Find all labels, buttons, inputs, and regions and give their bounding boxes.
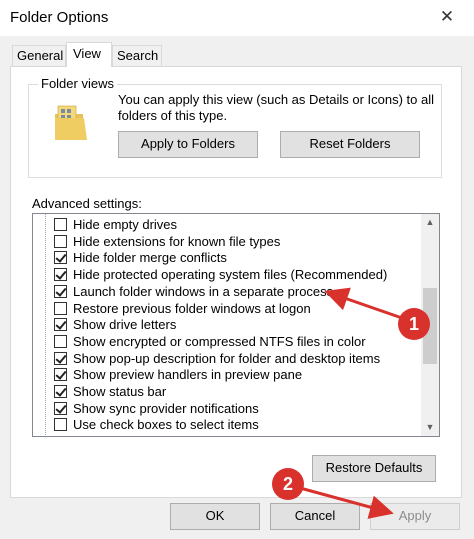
settings-item[interactable]: Hide folder merge conflicts — [33, 249, 421, 266]
settings-item-label: Use check boxes to select items — [73, 417, 259, 433]
settings-item[interactable]: Show pop-up description for folder and d… — [33, 350, 421, 367]
checkbox[interactable] — [54, 301, 67, 315]
checkbox-checked[interactable] — [54, 401, 67, 415]
checkbox[interactable] — [54, 418, 67, 432]
settings-item-label: Hide extensions for known file types — [73, 233, 281, 249]
settings-item[interactable]: Hide protected operating system files (R… — [33, 266, 421, 283]
annotation-badge-1: 1 — [398, 308, 430, 340]
folder-views-description: You can apply this view (such as Details… — [118, 92, 435, 123]
settings-item-label: Hide empty drives — [73, 217, 178, 232]
checkbox-checked[interactable] — [54, 351, 67, 365]
settings-item-label: Show preview handlers in preview pane — [73, 367, 303, 383]
checkbox-checked[interactable] — [54, 318, 67, 332]
settings-item-label: Show sync provider notifications — [73, 400, 259, 416]
checkbox[interactable] — [54, 334, 67, 348]
checkbox-checked[interactable] — [54, 251, 67, 265]
settings-item-label: Hide folder merge conflicts — [73, 250, 227, 266]
settings-item-label: Show status bar — [73, 384, 167, 399]
settings-item[interactable]: Launch folder windows in a separate proc… — [33, 283, 421, 300]
advanced-settings-list[interactable]: Hide empty drives Hide extensions for kno… — [32, 213, 440, 437]
settings-item[interactable]: Use check boxes to select items — [33, 416, 421, 433]
annotation-badge-2: 2 — [272, 468, 304, 500]
settings-item[interactable]: Hide empty drives — [33, 216, 421, 233]
folder-views-label: Folder views — [38, 76, 117, 91]
settings-item[interactable]: Show encrypted or compressed NTFS files … — [33, 333, 421, 350]
settings-item-label: Show encrypted or compressed NTFS files … — [73, 333, 366, 349]
checkbox[interactable] — [54, 234, 67, 248]
settings-item[interactable]: Show sync provider notifications — [33, 400, 421, 417]
tab-general[interactable]: General — [12, 45, 66, 66]
settings-item-label: Show drive letters — [73, 317, 177, 333]
scroll-up-arrow-icon[interactable]: ▲ — [421, 214, 439, 231]
checkbox-checked[interactable] — [54, 268, 67, 282]
settings-item[interactable]: Hide extensions for known file types — [33, 233, 421, 250]
title-bar: Folder Options ✕ — [0, 0, 474, 36]
apply-to-folders-button[interactable]: Apply to Folders — [118, 131, 258, 158]
tab-search[interactable]: Search — [112, 45, 162, 66]
settings-item-label: Show pop-up description for folder and d… — [73, 350, 381, 366]
settings-item[interactable]: Show drive letters — [33, 316, 421, 333]
folder-icon — [55, 105, 87, 140]
tab-view[interactable]: View — [66, 42, 112, 67]
settings-item[interactable]: Restore previous folder windows at logon — [33, 300, 421, 317]
checkbox-checked[interactable] — [54, 385, 67, 398]
settings-item[interactable]: Show preview handlers in preview pane — [33, 366, 421, 383]
scroll-down-arrow-icon[interactable]: ▼ — [421, 419, 439, 436]
reset-folders-button[interactable]: Reset Folders — [280, 131, 420, 158]
window-title: Folder Options — [10, 9, 109, 26]
checkbox-checked[interactable] — [54, 368, 67, 382]
cancel-button[interactable]: Cancel — [270, 503, 360, 530]
settings-item-label: Hide protected operating system files (R… — [73, 267, 388, 283]
restore-defaults-button[interactable]: Restore Defaults — [312, 455, 436, 482]
close-icon[interactable]: ✕ — [432, 2, 462, 32]
checkbox[interactable] — [54, 218, 67, 231]
settings-item-label: Launch folder windows in a separate proc… — [73, 283, 334, 299]
advanced-settings-label: Advanced settings: — [32, 196, 142, 211]
checkbox-checked[interactable] — [54, 284, 67, 298]
settings-item[interactable]: Show status bar — [33, 383, 421, 400]
ok-button[interactable]: OK — [170, 503, 260, 530]
settings-item-label: Restore previous folder windows at logon — [73, 300, 311, 316]
apply-button[interactable]: Apply — [370, 503, 460, 530]
